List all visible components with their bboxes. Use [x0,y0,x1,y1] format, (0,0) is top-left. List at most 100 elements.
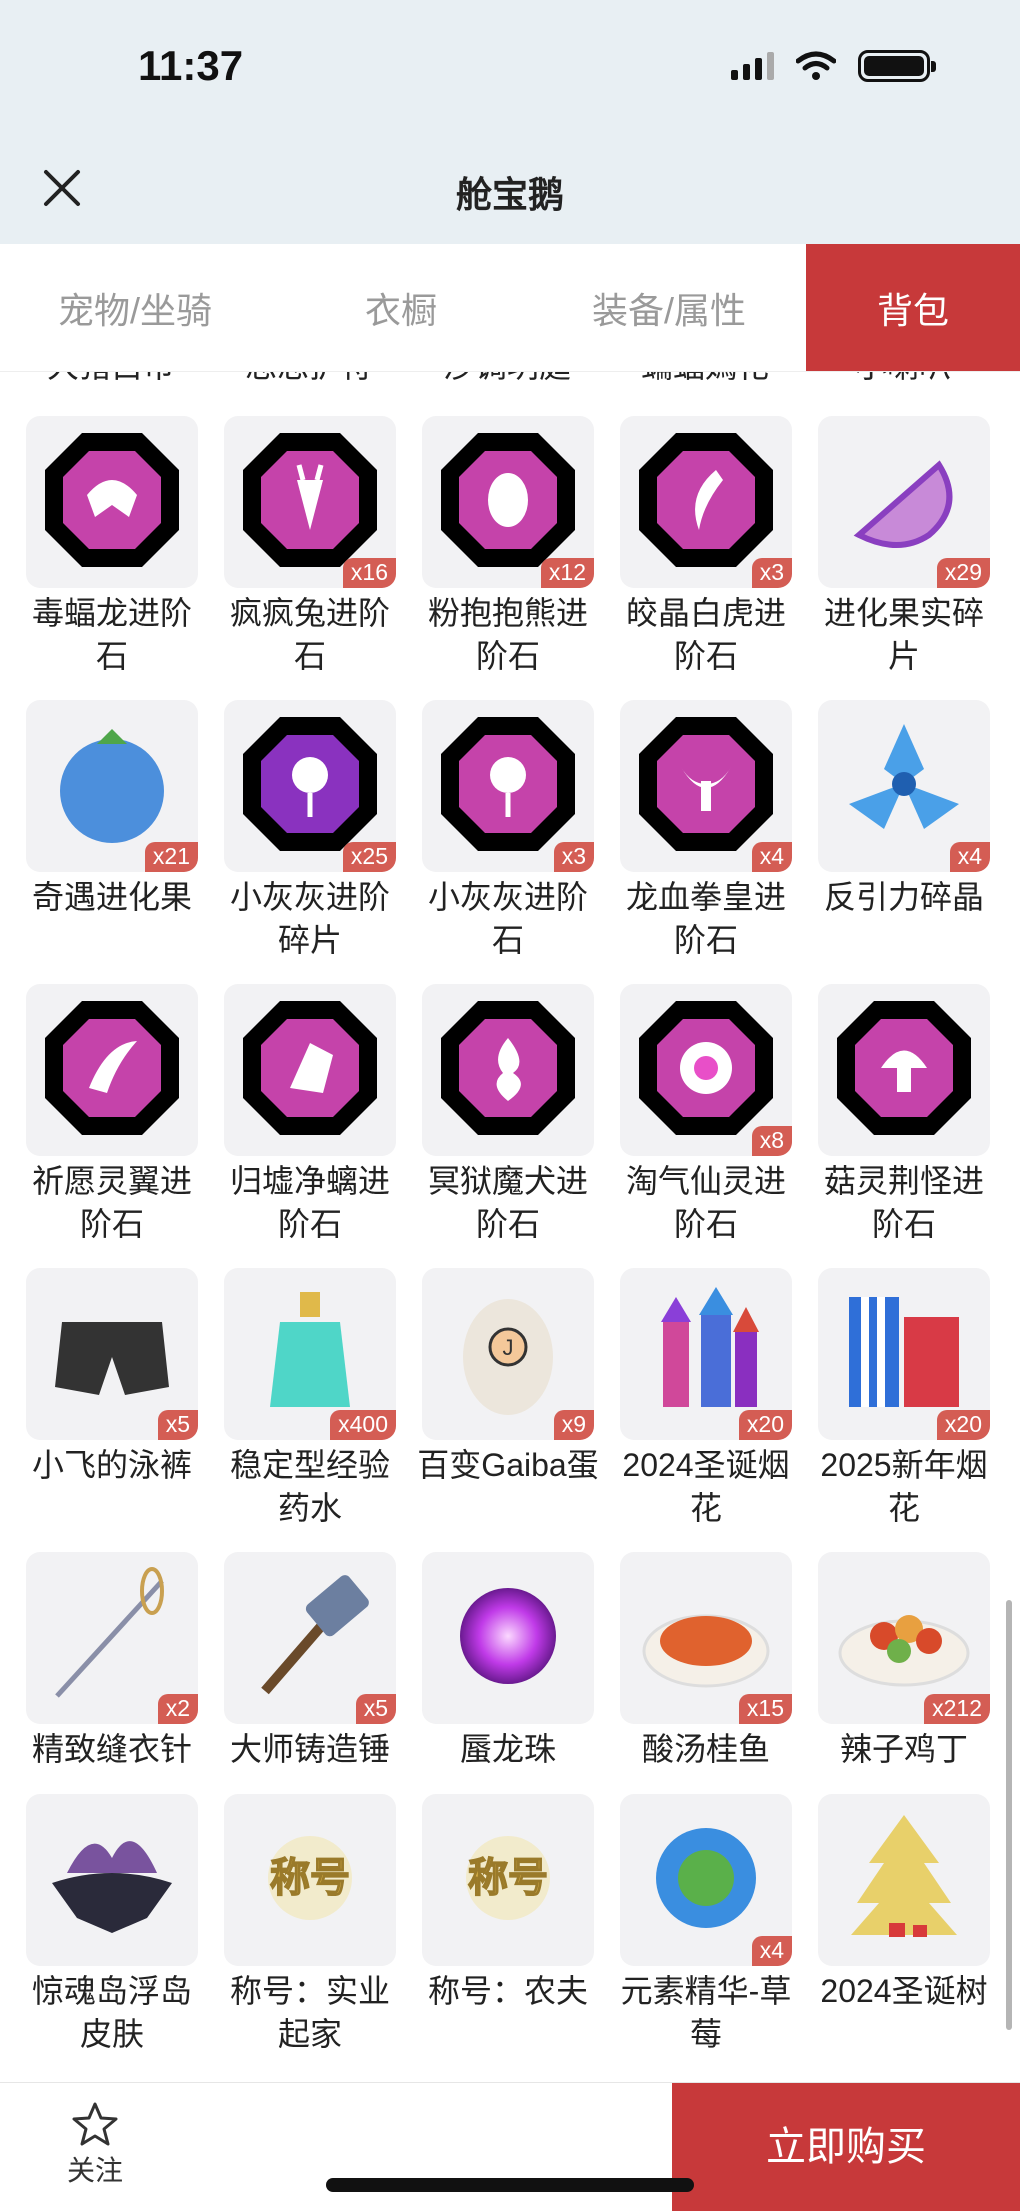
status-time: 11:37 [138,42,244,89]
floating-island-icon [37,1803,187,1958]
item-name: 精致缝衣针 [31,1731,192,1767]
item-name: 淘气仙灵进阶石 [625,1163,786,1242]
item-count-badge: x2 [157,1693,198,1724]
backpack-item[interactable]: 2024圣诞树 [818,1794,990,2078]
backpack-item[interactable]: x400 稳定型经验药水 [224,1268,396,1552]
item-thumbnail: x400 [224,1268,396,1440]
item-name: 反引力碎晶 [823,879,984,915]
page-title: 舱宝鹅 [455,174,564,215]
item-name: 沙调玥庭 [408,372,606,386]
item-thumbnail: e84fc8" x1="0" y1="0" x2="1" y2="1">e84f… [620,416,792,588]
backpack-item[interactable]: x4 反引力碎晶 [818,700,990,984]
backpack-item[interactable]: x4 元素精华-草莓 [620,1794,792,2078]
backpack-item[interactable]: e84fc8" x1="0" y1="0" x2="1" y2="1">e84f… [818,984,990,1268]
item-count-badge: x16 [342,557,396,588]
backpack-item[interactable]: e84fc8" x1="0" y1="0" x2="1" y2="1">e84f… [224,416,396,700]
backpack-item[interactable]: e84fc8" x1="0" y1="0" x2="1" y2="1">e84f… [620,416,792,700]
item-name: 进化果实碎片 [823,595,984,674]
fruit-slice-icon [829,425,979,580]
cut-off-labels: 大猪白币 思思护符 沙调玥庭 蝙蝠嫣花 小喇叭 [0,372,1020,386]
backpack-item[interactable]: e84fc8" x1="0" y1="0" x2="1" y2="1">e84f… [422,416,594,700]
item-count-badge: x5 [355,1693,396,1724]
backpack-item[interactable]: x212 辣子鸡丁 [818,1552,990,1794]
item-thumbnail [818,1794,990,1966]
gem-bat-icon: e84fc8" x1="0" y1="0" x2="1" y2="1">e84f… [37,425,187,580]
item-name: 2025新年烟花 [820,1447,988,1526]
item-thumbnail: Jx9 [422,1268,594,1440]
item-name: 小灰灰进阶石 [427,879,588,958]
backpack-item[interactable]: x5 小飞的泳裤 [26,1268,198,1552]
item-count-badge: x4 [751,1935,792,1966]
item-thumbnail [422,1552,594,1724]
item-count-badge: x21 [144,841,198,872]
backpack-item[interactable]: 惊魂岛浮岛皮肤 [26,1794,198,2078]
item-thumbnail: e84fc8" x1="0" y1="0" x2="1" y2="1">e84f… [620,700,792,872]
gem-carrot-icon: e84fc8" x1="0" y1="0" x2="1" y2="1">e84f… [235,425,385,580]
tab-backpack[interactable]: 背包 [806,244,1020,371]
backpack-item[interactable]: x20 2025新年烟花 [818,1268,990,1552]
tab-wardrobe[interactable]: 衣橱 [270,244,532,371]
item-count-badge: x400 [330,1409,396,1440]
backpack-item[interactable]: 蜃龙珠 [422,1552,594,1794]
backpack-item[interactable]: e84fc8" x1="0" y1="0" x2="1" y2="1">e84f… [422,700,594,984]
item-thumbnail: x5 [224,1552,396,1724]
follow-button[interactable]: 关注 [55,2101,135,2189]
item-count-badge: x3 [553,841,594,872]
gem-bull-icon: e84fc8" x1="0" y1="0" x2="1" y2="1">e84f… [631,709,781,864]
item-name: 大师铸造锤 [229,1731,390,1767]
gem-fairy-icon: e84fc8" x1="0" y1="0" x2="1" y2="1">e84f… [631,993,781,1148]
backpack-item[interactable]: e84fc8" x1="0" y1="0" x2="1" y2="1">e84f… [26,416,198,700]
backpack-item[interactable]: e84fc8" x1="0" y1="0" x2="1" y2="1">e84f… [26,984,198,1268]
scrollbar[interactable] [1006,1600,1012,2030]
item-thumbnail: e84fc8" x1="0" y1="0" x2="1" y2="1">e84f… [422,984,594,1156]
gem-lollipop-icon: e84fc8" x1="0" y1="0" x2="1" y2="1">e84f… [433,709,583,864]
backpack-item[interactable]: x29 进化果实碎片 [818,416,990,700]
firework-tubes-icon [829,1277,979,1432]
buy-now-button[interactable]: 立即购买 [672,2083,1020,2211]
christmas-tree-icon [829,1803,979,1958]
backpack-item[interactable]: Jx9 百变Gaiba蛋 [417,1268,599,1552]
item-count-badge: x29 [936,557,990,588]
item-thumbnail [26,1794,198,1966]
item-thumbnail: e84fc8" x1="0" y1="0" x2="1" y2="1">e84f… [224,416,396,588]
gem-mushroom-icon: e84fc8" x1="0" y1="0" x2="1" y2="1">e84f… [829,993,979,1148]
backpack-item[interactable]: a23be0" x1="0" y1="0" x2="1" y2="1">a23b… [224,700,396,984]
item-name: 疯疯兔进阶石 [229,595,390,674]
backpack-item[interactable]: x20 2024圣诞烟花 [620,1268,792,1552]
app-screen: 11:37 舱宝鹅 宠物/坐骑 衣橱 装备/属性 背包 大猪白币 思思护符 [0,0,1020,2211]
backpack-item[interactable]: e84fc8" x1="0" y1="0" x2="1" y2="1">e84f… [620,700,792,984]
header-area: 11:37 舱宝鹅 [0,0,1020,244]
item-name: 粉抱抱熊进阶石 [427,595,588,674]
backpack-item[interactable]: 称号 称号：农夫 [422,1794,594,2078]
tab-equipment[interactable]: 装备/属性 [532,244,806,371]
item-thumbnail: x15 [620,1552,792,1724]
backpack-item[interactable]: e84fc8" x1="0" y1="0" x2="1" y2="1">e84f… [620,984,792,1268]
backpack-item[interactable]: x2 精致缝衣针 [26,1552,198,1794]
item-name: 惊魂岛浮岛皮肤 [31,1973,192,2052]
potion-bottle-icon [235,1277,385,1432]
svg-text:称号: 称号 [270,1856,350,1900]
follow-label: 关注 [66,2155,123,2186]
item-thumbnail: x29 [818,416,990,588]
item-name: 元素精华-草莓 [620,1973,792,2052]
backpack-item[interactable]: e84fc8" x1="0" y1="0" x2="1" y2="1">e84f… [422,984,594,1268]
item-count-badge: x20 [738,1409,792,1440]
home-indicator [326,2178,694,2192]
crystal-shard-icon [829,709,979,864]
backpack-item[interactable]: x5 大师铸造锤 [224,1552,396,1794]
item-count-badge: x3 [751,557,792,588]
item-thumbnail: 称号 [224,1794,396,1966]
backpack-list[interactable]: 大猪白币 思思护符 沙调玥庭 蝙蝠嫣花 小喇叭 e84fc8" x1="0" y… [0,372,1020,2082]
backpack-item[interactable]: x15 酸汤桂鱼 [620,1552,792,1794]
backpack-item[interactable]: 称号 称号：实业起家 [224,1794,396,2078]
item-thumbnail: e84fc8" x1="0" y1="0" x2="1" y2="1">e84f… [422,700,594,872]
tab-pets-mounts[interactable]: 宠物/坐骑 [0,244,270,371]
title-badge-icon: 称号 [433,1803,583,1958]
item-name: 毒蝠龙进阶石 [31,595,192,674]
item-name: 菇灵荆怪进阶石 [823,1163,984,1242]
backpack-item[interactable]: e84fc8" x1="0" y1="0" x2="1" y2="1">e84f… [224,984,396,1268]
needle-icon [37,1561,187,1716]
item-name: 思思护符 [210,372,408,386]
backpack-item[interactable]: x21 奇遇进化果 [26,700,198,984]
item-name: 稳定型经验药水 [229,1447,390,1526]
